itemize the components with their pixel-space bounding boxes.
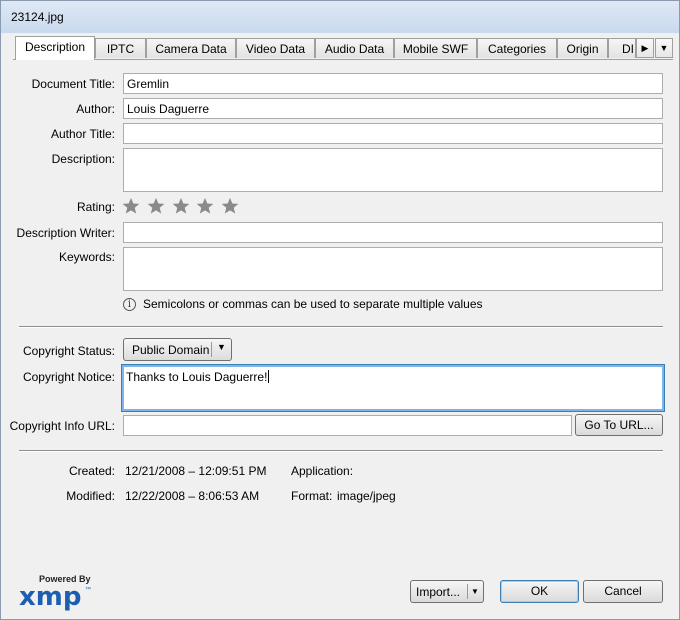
copyright-notice-text: Thanks to Louis Daguerre! <box>126 370 268 384</box>
import-button-label: Import... <box>416 585 461 599</box>
tab-dicom[interactable]: DI <box>608 38 636 58</box>
rating-label: Rating: <box>76 200 115 214</box>
tab-description[interactable]: Description <box>15 36 95 60</box>
description-field[interactable] <box>123 148 663 192</box>
copyright-status-dropdown[interactable]: Public Domain ▼ <box>123 338 232 361</box>
tab-categories[interactable]: Categories <box>477 38 557 58</box>
ok-button[interactable]: OK <box>500 580 579 603</box>
import-dropdown-icon[interactable]: ▼ <box>471 582 479 602</box>
window-title: 23124.jpg <box>11 10 64 24</box>
dialog-window: 23124.jpg Description IPTC Camera Data V… <box>0 0 680 620</box>
copyright-status-value: Public Domain <box>132 343 210 357</box>
tab-audio-data[interactable]: Audio Data <box>315 38 394 58</box>
rating-star-3-icon[interactable] <box>172 197 190 215</box>
dropdown-separator <box>211 342 212 357</box>
keywords-label: Keywords: <box>58 250 115 264</box>
tab-camera-data[interactable]: Camera Data <box>146 38 236 58</box>
copyright-notice-label: Copyright Notice: <box>22 370 115 384</box>
copyright-notice-field[interactable]: Thanks to Louis Daguerre! <box>121 364 665 412</box>
text-caret <box>268 370 270 383</box>
copyright-info-url-field[interactable] <box>123 415 572 436</box>
copyright-info-url-label: Copyright Info URL: <box>9 419 115 433</box>
keywords-field[interactable] <box>123 247 663 291</box>
tab-scroll-right-icon[interactable]: ▶ <box>636 38 654 58</box>
tab-mobile-swf[interactable]: Mobile SWF <box>394 38 477 58</box>
xmp-logo: xmp <box>19 582 82 612</box>
tab-strip: Description IPTC Camera Data Video Data … <box>13 36 673 60</box>
application-label: Application: <box>291 464 354 478</box>
created-value: 12/21/2008 – 12:09:51 PM <box>125 464 267 478</box>
document-title-label: Document Title: <box>31 77 115 91</box>
author-field[interactable]: Louis Daguerre <box>123 98 663 119</box>
rating-star-1-icon[interactable] <box>122 197 140 215</box>
description-writer-field[interactable] <box>123 222 663 243</box>
tab-origin[interactable]: Origin <box>557 38 608 58</box>
description-label: Description: <box>51 152 115 166</box>
author-title-label: Author Title: <box>50 127 115 141</box>
xmp-trademark: ™ <box>85 587 91 593</box>
chevron-down-icon: ▼ <box>217 342 226 352</box>
section-divider <box>19 326 663 328</box>
import-button[interactable]: Import... ▼ <box>410 580 484 603</box>
modified-value: 12/22/2008 – 8:06:53 AM <box>125 489 260 503</box>
copyright-status-label: Copyright Status: <box>22 344 115 358</box>
author-title-field[interactable] <box>123 123 663 144</box>
rating-star-2-icon[interactable] <box>147 197 165 215</box>
import-split-separator <box>467 584 468 599</box>
rating-star-5-icon[interactable] <box>221 197 239 215</box>
rating-star-4-icon[interactable] <box>196 197 214 215</box>
section-divider-2 <box>19 450 663 452</box>
created-label: Created: <box>68 464 115 478</box>
description-writer-label: Description Writer: <box>16 226 115 240</box>
keywords-hint: Semicolons or commas can be used to sepa… <box>143 297 483 311</box>
modified-label: Modified: <box>66 489 115 503</box>
title-bar: 23124.jpg <box>1 1 679 33</box>
tab-list-dropdown-icon[interactable]: ▼ <box>655 38 673 58</box>
format-value: image/jpeg <box>337 489 396 503</box>
info-icon: i <box>123 298 136 311</box>
format-label: Format: <box>291 489 333 503</box>
tab-video-data[interactable]: Video Data <box>236 38 315 58</box>
go-to-url-button[interactable]: Go To URL... <box>575 414 663 436</box>
author-label: Author: <box>76 102 115 116</box>
tab-iptc[interactable]: IPTC <box>95 38 146 58</box>
cancel-button[interactable]: Cancel <box>583 580 663 603</box>
document-title-field[interactable]: Gremlin <box>123 73 663 94</box>
